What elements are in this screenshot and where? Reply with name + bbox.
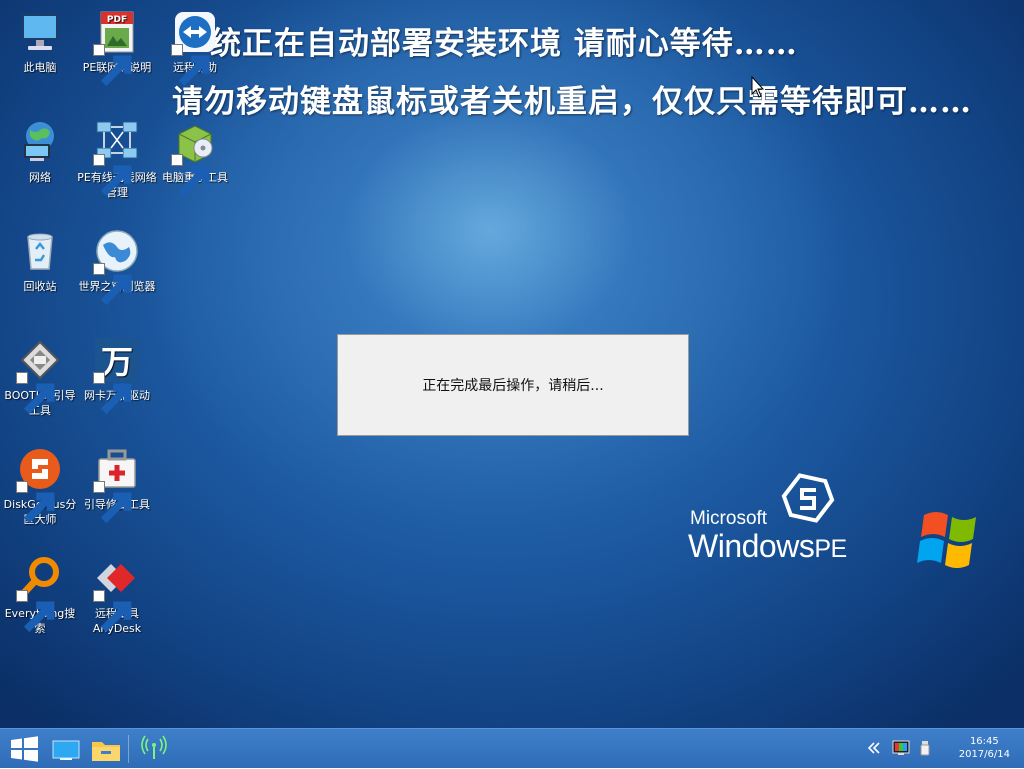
windows-flag-icon (917, 512, 976, 568)
desktop-icon-bootice[interactable]: BOOTICE引导工具 (0, 336, 80, 418)
install-status-headline: 统正在自动部署安装环境 请耐心等待…… (210, 26, 798, 62)
microsoft-wordmark: Microsoft (690, 508, 768, 529)
taskbar-show-desktop-button[interactable] (48, 733, 84, 765)
shortcut-arrow-icon (93, 44, 132, 87)
shortcut-arrow-icon (16, 590, 55, 633)
desktop-icon-pe-network-guide[interactable]: PDF PE联网等说明 (77, 8, 157, 87)
tray-clock[interactable]: 16:45 2017/6/14 (959, 735, 1010, 761)
mouse-cursor-icon (751, 76, 765, 98)
desktop-icon-anydesk[interactable]: 远程工具AnyDesk (77, 554, 157, 636)
browser-globe-icon (93, 227, 141, 306)
pe-emblem-icon (781, 473, 835, 523)
shortcut-arrow-icon (171, 44, 210, 87)
diskgenius-icon (16, 445, 64, 524)
tray-display-button[interactable] (892, 740, 910, 760)
shortcut-arrow-icon (93, 154, 132, 197)
shortcut-arrow-icon (93, 263, 132, 306)
taskbar-separator (128, 735, 129, 763)
desktop-icon-recycle-bin[interactable]: 回收站 (0, 227, 80, 294)
desktop-icon-this-pc[interactable]: 此电脑 (0, 8, 80, 75)
shortcut-arrow-icon (93, 481, 132, 524)
desktop-icon-diskgenius[interactable]: DiskGenius分区大师 (0, 445, 80, 527)
pe-wordmark: PE (814, 535, 847, 563)
desktop-icon-everything[interactable]: Everything搜索 (0, 554, 80, 636)
desktop-icon-boot-repair[interactable]: 引导修复工具 (77, 445, 157, 524)
anydesk-icon (93, 554, 141, 633)
network-globe-icon (16, 118, 64, 166)
shortcut-arrow-icon (16, 372, 55, 415)
teamviewer-icon (171, 8, 219, 87)
icon-label: 此电脑 (23, 61, 57, 74)
windows-pe-wordmark: WindowsPE (688, 528, 847, 565)
shortcut-arrow-icon (93, 372, 132, 415)
network-signal-icon (141, 735, 167, 759)
computer-icon (16, 8, 64, 56)
windows-start-icon (11, 736, 38, 762)
tray-expand-button[interactable] (866, 740, 882, 760)
desktop-icon-network[interactable]: 网络 (0, 118, 80, 185)
progress-message: 正在完成最后操作，请稍后... (422, 378, 604, 394)
chevron-left-double-icon (867, 742, 880, 754)
shortcut-arrow-icon (16, 481, 55, 524)
taskbar-network-button[interactable] (136, 733, 172, 765)
bootice-icon (16, 336, 64, 415)
shortcut-arrow-icon (93, 590, 132, 633)
recycle-bin-icon (16, 227, 64, 275)
tray-usb-button[interactable] (918, 740, 932, 760)
icon-label: 回收站 (23, 280, 57, 293)
network-manager-icon (93, 118, 141, 197)
shortcut-arrow-icon (171, 154, 210, 197)
file-explorer-icon (92, 742, 120, 761)
progress-dialog: 正在完成最后操作，请稍后... (337, 334, 689, 436)
desktop-icon-pc-reinstall-tool[interactable]: 电脑重装工具 (155, 118, 235, 197)
windows-pe-logo: Microsoft WindowsPE (688, 470, 868, 570)
desktop-icon-nic-driver[interactable]: 万 网卡万能驱动 (77, 336, 157, 415)
boot-repair-kit-icon (93, 445, 141, 524)
desktop-icon-theworld-browser[interactable]: 世界之窗浏览器 (77, 227, 157, 306)
pdf-document-icon: PDF (93, 8, 141, 87)
usb-drive-icon (920, 741, 930, 756)
windows-wordmark: Windows (688, 528, 815, 564)
desktop-icon (52, 740, 80, 760)
display-color-icon (892, 740, 910, 755)
desktop-icon-pe-network-manager[interactable]: PE有线无线网络管理 (77, 118, 157, 200)
desktop: 统正在自动部署安装环境 请耐心等待…… 请勿移动键盘鼠标或者关机重启，仅仅只需等… (0, 0, 1024, 728)
taskbar: 16:45 2017/6/14 (0, 728, 1024, 768)
install-warning-headline: 请勿移动键盘鼠标或者关机重启，仅仅只需等待即可…… (172, 84, 972, 120)
wan-driver-icon: 万 (93, 336, 141, 415)
clock-date: 2017/6/14 (958, 749, 1010, 760)
clock-time: 16:45 (969, 736, 999, 747)
svg-text:PDF: PDF (107, 15, 127, 25)
desktop-icon-remote-assist[interactable]: 远程协助 (155, 8, 235, 87)
taskbar-file-explorer-button[interactable] (88, 733, 124, 765)
everything-search-icon (16, 554, 64, 633)
icon-label: 网络 (29, 171, 51, 184)
start-button[interactable] (6, 733, 42, 765)
installer-box-icon (171, 118, 219, 197)
